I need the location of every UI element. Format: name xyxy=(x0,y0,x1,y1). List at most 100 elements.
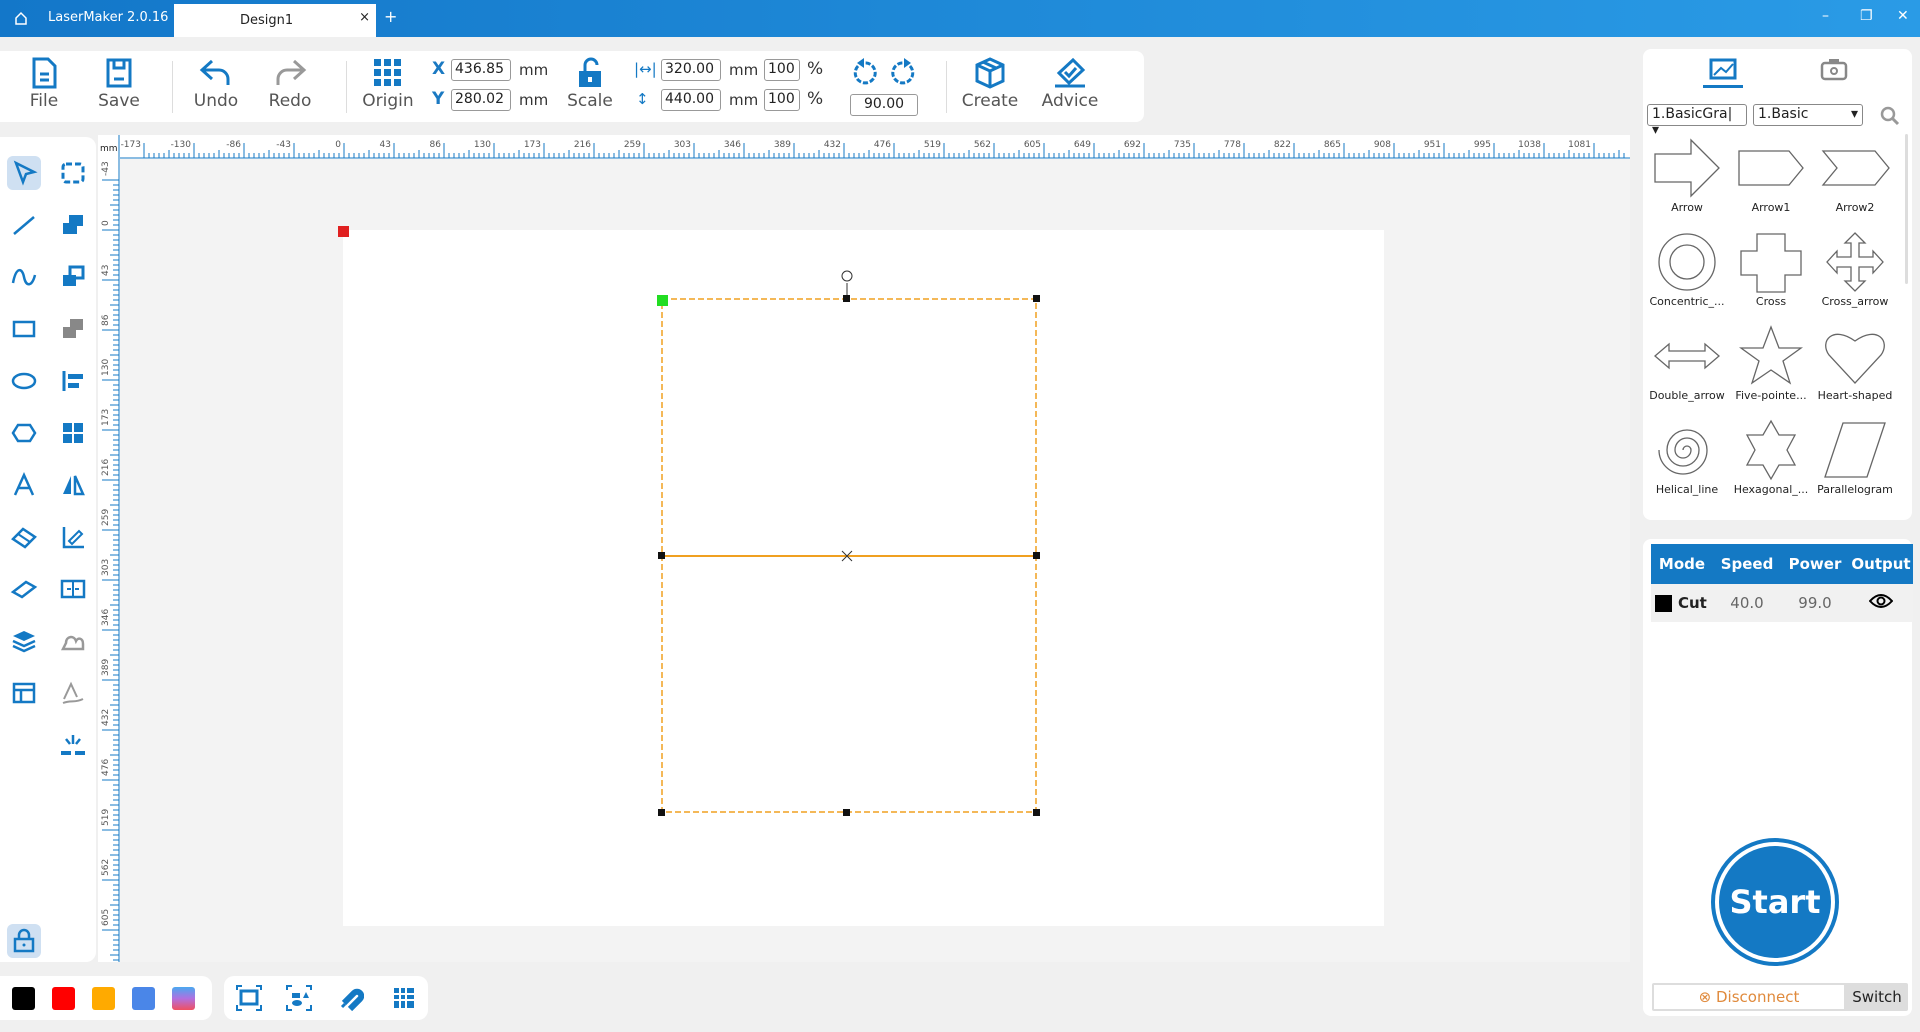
work-area[interactable] xyxy=(343,230,1384,926)
arrange-icon[interactable] xyxy=(56,416,90,450)
start-button[interactable]: Start xyxy=(1711,838,1839,966)
color-swatch[interactable] xyxy=(172,987,195,1010)
library-scrollbar[interactable] xyxy=(1905,134,1908,284)
left-toolbox xyxy=(0,137,96,962)
tab-design1[interactable]: Design1 × xyxy=(174,4,376,37)
measure-icon[interactable] xyxy=(7,572,41,606)
shape-library-panel: 1.BasicGra| ▾ 1.Basic ▾ Arrow Arrow1 Arrow2… xyxy=(1643,49,1912,520)
shape-cross-arrow-icon xyxy=(1826,232,1884,292)
align-icon[interactable] xyxy=(56,364,90,398)
redo-button[interactable]: Redo xyxy=(260,57,320,111)
ruler-label: 259 xyxy=(101,509,111,526)
eraser-icon[interactable] xyxy=(7,520,41,554)
category-dropdown[interactable]: 1.BasicGra| ▾ xyxy=(1647,104,1747,138)
layer-color-swatch[interactable] xyxy=(1655,595,1672,612)
maximize-button[interactable]: ❐ xyxy=(1860,8,1873,24)
origin-button[interactable]: Origin xyxy=(358,57,418,111)
layer-mode[interactable]: Cut xyxy=(1651,594,1713,612)
rotate-ccw-icon[interactable] xyxy=(850,57,878,87)
layer-row[interactable]: Cut 40.0 99.0 xyxy=(1651,584,1913,622)
shape-item[interactable]: Concentric_... xyxy=(1645,231,1729,308)
grid-icon[interactable] xyxy=(392,985,416,1011)
polygon-tool-icon[interactable] xyxy=(7,416,41,450)
layer-power[interactable]: 99.0 xyxy=(1781,594,1849,612)
shape-item[interactable]: Heart-shaped xyxy=(1813,325,1897,402)
outline-icon[interactable] xyxy=(56,624,90,658)
shape-item[interactable]: Arrow2 xyxy=(1813,137,1897,214)
header-power: Power xyxy=(1788,555,1842,573)
subtract-icon[interactable] xyxy=(56,260,90,294)
shape-item[interactable]: Parallelogram xyxy=(1813,419,1897,496)
close-window-button[interactable]: ✕ xyxy=(1897,8,1909,24)
curve-tool-icon[interactable] xyxy=(7,260,41,294)
home-icon[interactable] xyxy=(14,11,28,25)
ruler-label: 735 xyxy=(1174,140,1191,150)
ruler-label: -173 xyxy=(121,140,141,150)
switch-button[interactable]: Switch xyxy=(1847,983,1907,1011)
new-tab-button[interactable]: + xyxy=(384,7,397,26)
eye-icon[interactable] xyxy=(1849,593,1913,613)
rotate-cw-icon[interactable] xyxy=(890,57,918,87)
graphics-tab-icon[interactable] xyxy=(1708,57,1738,83)
intersect-icon[interactable] xyxy=(56,312,90,346)
ellipse-tool-icon[interactable] xyxy=(7,364,41,398)
ruler-label: 43 xyxy=(101,265,111,276)
offset-icon[interactable] xyxy=(56,572,90,606)
ruler-label: -130 xyxy=(171,140,192,150)
layout-icon[interactable] xyxy=(7,676,41,710)
vertical-ruler[interactable]: -43 0 43 86 130 173 216 259 303 346 389 432 476 519 56… xyxy=(98,135,120,1026)
node-edit-icon[interactable] xyxy=(56,520,90,554)
color-swatch[interactable] xyxy=(132,987,155,1010)
shape-item[interactable]: Arrow xyxy=(1645,137,1729,214)
shape-item[interactable]: Double_arrow xyxy=(1645,325,1729,402)
camera-tab-icon[interactable] xyxy=(1820,57,1848,81)
mirror-icon[interactable] xyxy=(56,468,90,502)
disconnect-button[interactable]: ⊗ Disconnect xyxy=(1654,985,1844,1009)
connection-bar: ⊗ Disconnect Switch xyxy=(1652,983,1908,1011)
save-button[interactable]: Save xyxy=(89,57,149,111)
ruler-label: 303 xyxy=(101,559,111,576)
subcategory-dropdown[interactable]: 1.Basic ▾ xyxy=(1753,104,1863,126)
line-tool-icon[interactable] xyxy=(7,208,41,242)
x-position-input[interactable]: 436.85 xyxy=(451,59,511,81)
shape-item[interactable]: Arrow1 xyxy=(1729,137,1813,214)
shape-item[interactable]: Cross xyxy=(1729,231,1813,308)
color-swatch[interactable] xyxy=(92,987,115,1010)
layer-speed[interactable]: 40.0 xyxy=(1713,594,1781,612)
fit-page-icon[interactable] xyxy=(236,985,262,1011)
laser-icon[interactable] xyxy=(56,728,90,762)
layers-icon[interactable] xyxy=(7,624,41,658)
width-input[interactable]: 320.00 xyxy=(661,59,721,81)
crop-select-icon[interactable] xyxy=(56,156,90,190)
text-tool-icon[interactable] xyxy=(7,468,41,502)
magnet-icon[interactable] xyxy=(338,985,364,1011)
select-tool-icon[interactable] xyxy=(7,156,41,190)
shape-item[interactable]: Cross_arrow xyxy=(1813,231,1897,308)
height-input[interactable]: 440.00 xyxy=(661,89,721,111)
rectangle-tool-icon[interactable] xyxy=(7,312,41,346)
lock-icon[interactable] xyxy=(7,924,41,958)
file-button[interactable]: File xyxy=(14,57,74,111)
y-position-input[interactable]: 280.02 xyxy=(451,89,511,111)
union-icon[interactable] xyxy=(56,208,90,242)
search-icon[interactable] xyxy=(1880,106,1900,126)
scale-lock-button[interactable]: Scale xyxy=(560,57,620,111)
horizontal-ruler[interactable]: -173 -130 -86 -43 0 43 86 130 173 216 259 303 346 389… xyxy=(98,135,1630,159)
height-percent-input[interactable]: 100 xyxy=(764,89,800,111)
close-tab-icon[interactable]: × xyxy=(359,10,370,25)
minimize-button[interactable]: – xyxy=(1822,8,1829,24)
shape-item[interactable]: Five-pointe... xyxy=(1729,325,1813,402)
color-swatch[interactable] xyxy=(12,987,35,1010)
color-swatch[interactable] xyxy=(52,987,75,1010)
shape-arrow2-icon xyxy=(1821,150,1890,186)
rotation-angle-input[interactable]: 90.00 xyxy=(850,94,918,116)
shape-item[interactable]: Helical_line xyxy=(1645,419,1729,496)
undo-button[interactable]: Undo xyxy=(186,57,246,111)
fit-selection-icon[interactable] xyxy=(286,985,312,1011)
ruler-label: 519 xyxy=(924,140,941,150)
text-path-icon[interactable] xyxy=(56,676,90,710)
create-button[interactable]: Create xyxy=(960,57,1020,111)
shape-item[interactable]: Hexagonal_... xyxy=(1729,419,1813,496)
width-percent-input[interactable]: 100 xyxy=(764,59,800,81)
advice-button[interactable]: Advice xyxy=(1040,57,1100,111)
